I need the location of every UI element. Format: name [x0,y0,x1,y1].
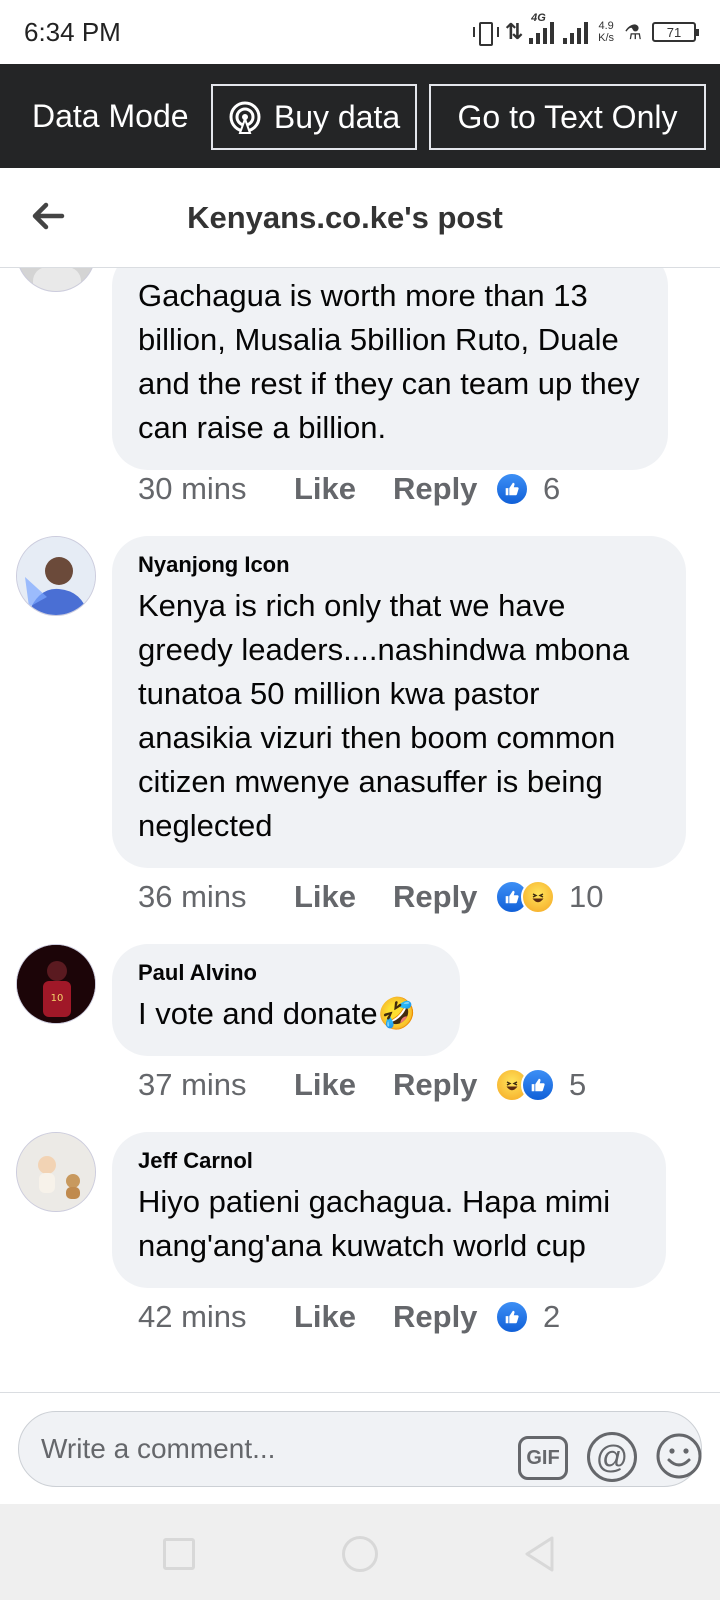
battery-level: 71 [666,24,682,40]
post-header: Kenyans.co.ke's post [0,168,720,268]
comment-actions: 36 mins Like Reply 10 [138,879,603,915]
vibrate-icon [472,20,499,46]
network-speed: 4.9 K/s [598,20,614,44]
comment-actions: 37 mins Like Reply 5 [138,1067,586,1103]
comment-actions: 30 mins Like Reply 6 [138,471,560,507]
back-triangle-icon[interactable] [522,1534,556,1574]
avatar-image [17,268,95,291]
status-indicators: ⇅ 4G 4.9 K/s ⚗ 71 [472,12,699,46]
like-button[interactable]: Like [294,1299,393,1335]
recent-apps-icon[interactable] [163,1538,195,1570]
avatar[interactable] [16,1132,96,1212]
text-only-button[interactable]: Go to Text Only [429,84,706,150]
avatar-image [17,1133,95,1211]
like-button[interactable]: Like [294,471,393,507]
comment-time: 36 mins [138,879,247,914]
comment-time: 42 mins [138,1299,247,1334]
comment-bubble[interactable]: Jeff Carnol Hiyo patieni gachagua. Hapa … [112,1132,666,1288]
reactions[interactable]: 6 [495,471,560,507]
network-type: 4G [531,12,546,24]
speed-value: 4.9 [598,20,614,32]
gif-button[interactable]: GIF [518,1436,568,1480]
reaction-count: 6 [543,471,561,506]
buy-data-label: Buy data [273,98,401,135]
comment-placeholder: Write a comment... [41,1433,276,1464]
data-mode-label: Data Mode [32,97,189,134]
comment-text: Hiyo patieni gachagua. Hapa mimi nang'an… [138,1184,611,1263]
reply-button[interactable]: Reply [393,1299,495,1335]
arrow-left-icon[interactable] [26,194,70,238]
mention-button[interactable]: @ [587,1432,637,1482]
signal-icon: 4G [529,12,589,44]
comment-text: Gachagua is worth more than 13 billion, … [138,278,640,445]
like-reaction-icon [495,472,529,506]
status-bar: 6:34 PM ⇅ 4G 4.9 K/s ⚗ 71 [0,0,720,64]
comment-author[interactable]: Nyanjong Icon [138,552,660,578]
comment-input[interactable]: Write a comment... GIF @ [18,1411,702,1487]
comment-bubble[interactable]: Paul Alvino I vote and donate🤣 [112,944,460,1056]
reaction-count: 2 [543,1299,561,1334]
battery-icon: 71 [652,22,699,42]
like-button[interactable]: Like [294,879,393,915]
broadcast-icon [229,101,261,134]
comment-bubble[interactable]: Nyanjong Icon Kenya is rich only that we… [112,536,686,868]
reply-button[interactable]: Reply [393,471,495,507]
comment-author[interactable]: Paul Alvino [138,960,434,986]
buy-data-button[interactable]: Buy data [211,84,417,150]
comment-author[interactable]: Jeff Carnol [138,1148,640,1174]
comment-bubble[interactable]: Gachagua is worth more than 13 billion, … [112,268,668,470]
emoji-icon[interactable] [655,1432,703,1480]
avatar[interactable]: 10 [16,944,96,1024]
comment-time: 30 mins [138,471,247,506]
reactions[interactable]: 10 [495,879,603,915]
like-reaction-icon [521,1068,555,1102]
reply-button[interactable]: Reply [393,1067,495,1103]
data-transfer-icon: ⇅ [504,19,524,44]
comment-actions: 42 mins Like Reply 2 [138,1299,560,1335]
status-time: 6:34 PM [24,16,121,47]
comment-composer: Write a comment... GIF @ [0,1392,720,1504]
avatar[interactable] [16,268,96,292]
like-button[interactable]: Like [294,1067,393,1103]
reply-button[interactable]: Reply [393,879,495,915]
home-icon[interactable] [342,1536,378,1572]
system-nav-bar [0,1504,720,1600]
lab-icon: ⚗ [624,21,642,44]
svg-text:10: 10 [51,993,64,1004]
like-reaction-icon [495,1300,529,1334]
comment-text: I vote and donate🤣 [138,996,417,1031]
reaction-count: 5 [569,1067,587,1102]
avatar[interactable] [16,536,96,616]
comment-text: Kenya is rich only that we have greedy l… [138,588,630,843]
comment-time: 37 mins [138,1067,247,1102]
reactions[interactable]: 5 [495,1067,586,1103]
comment-list[interactable]: Gachagua is worth more than 13 billion, … [0,268,720,1392]
speed-unit: K/s [598,32,615,44]
haha-reaction-icon [521,880,555,914]
avatar-image [17,537,95,615]
reaction-count: 10 [569,879,604,914]
avatar-image: 10 [17,945,95,1023]
data-mode-bar: Data Mode Buy data Go to Text Only [0,64,720,168]
reactions[interactable]: 2 [495,1299,560,1335]
page-title: Kenyans.co.ke's post [187,199,503,235]
text-only-label: Go to Text Only [457,98,678,135]
